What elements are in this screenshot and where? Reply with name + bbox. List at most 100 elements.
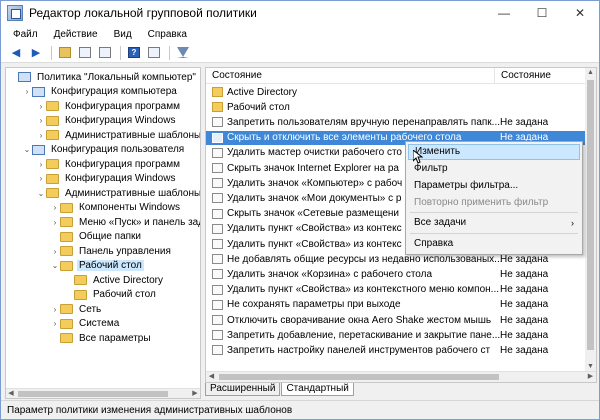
tree-item[interactable]: › Система [50, 317, 121, 331]
tab-standard[interactable]: Стандартный [281, 383, 354, 396]
folder-icon [60, 260, 73, 271]
menu-view[interactable]: Вид [106, 29, 140, 40]
tree-item[interactable]: › Конфигурация программ [36, 99, 182, 113]
help-icon[interactable]: ? [125, 45, 143, 61]
collapse-arrow-icon[interactable]: ⌄ [50, 261, 60, 270]
policy-row[interactable]: Не сохранять параметры при выходе Не зада… [206, 298, 586, 312]
tree-item-label: Рабочий стол [93, 289, 156, 300]
context-menu-item[interactable]: Фильтр [408, 161, 580, 177]
filter-icon[interactable] [174, 45, 192, 61]
tree-item[interactable]: › Панель управления [50, 244, 173, 258]
scroll-right-icon[interactable]: ▶ [585, 372, 596, 382]
show-hide-tree-icon[interactable] [76, 45, 94, 61]
folder-icon [74, 289, 87, 300]
tree-item-label: Политика "Локальный компьютер" [37, 71, 196, 83]
context-menu-item[interactable]: Параметры фильтра... [408, 178, 580, 194]
policy-name: Не добавлять общие ресурсы из недавно ис… [227, 253, 503, 265]
tree-item[interactable]: › Меню «Пуск» и панель задач [50, 215, 200, 229]
properties-icon[interactable] [145, 45, 163, 61]
tree-item[interactable]: › Административные шаблоны [36, 128, 200, 142]
menu-help[interactable]: Справка [140, 29, 195, 40]
export-list-icon[interactable] [96, 45, 114, 61]
computer-policy-icon [32, 144, 45, 155]
maximize-button[interactable]: ☐ [523, 1, 561, 25]
back-icon[interactable]: ◀ [7, 45, 25, 61]
expand-arrow-icon[interactable]: › [50, 218, 60, 227]
policy-row[interactable]: Удалить пункт «Свойства» из контекстного… [206, 283, 586, 297]
scroll-up-icon[interactable]: ▲ [585, 68, 596, 78]
tab-extended[interactable]: Расширенный [205, 383, 281, 396]
tree-item[interactable]: › Конфигурация Windows [36, 172, 177, 186]
tree-pane[interactable]: Политика "Локальный компьютер" › Конфигура… [5, 67, 201, 399]
expand-arrow-icon[interactable]: › [22, 87, 32, 96]
toolbar: ◀ ▶ ? [1, 43, 599, 63]
scroll-thumb[interactable] [587, 80, 594, 350]
policy-name: Запретить добавление, перетаскивание и з… [227, 329, 501, 341]
close-button[interactable]: ✕ [561, 1, 599, 25]
scroll-right-icon[interactable]: ▶ [190, 389, 200, 398]
expand-arrow-icon[interactable]: › [36, 116, 46, 125]
vertical-scrollbar[interactable]: ▲ ▼ [585, 68, 596, 372]
menu-bar: Файл Действие Вид Справка [1, 25, 599, 43]
tree-horizontal-scrollbar[interactable]: ◀ ▶ [6, 388, 200, 398]
expand-arrow-icon[interactable]: › [36, 160, 46, 169]
tree-item[interactable]: ⌄ Конфигурация пользователя [22, 143, 186, 157]
policy-row[interactable]: Запретить настройку панелей инструментов… [206, 343, 586, 357]
context-menu: Изменить Фильтр Параметры фильтра... Повтор… [405, 141, 583, 255]
collapse-arrow-icon[interactable]: ⌄ [22, 145, 32, 154]
context-menu-item[interactable]: Все задачи › [408, 215, 580, 231]
scroll-thumb[interactable] [18, 391, 168, 397]
column-header-state[interactable]: Состояние [206, 70, 262, 81]
scroll-thumb[interactable] [219, 374, 499, 380]
policy-setting-icon [212, 284, 223, 295]
context-menu-item-label: Справка [414, 238, 454, 249]
collapse-arrow-icon[interactable]: ⌄ [36, 189, 46, 198]
context-menu-item[interactable]: Изменить [408, 144, 580, 160]
expand-arrow-icon[interactable]: › [36, 131, 46, 140]
expand-arrow-icon[interactable]: › [50, 319, 60, 328]
policy-row[interactable]: Удалить значок «Корзина» с рабочего стол… [206, 267, 586, 281]
policy-row[interactable]: Запретить пользователям вручную перенапр… [206, 115, 586, 129]
expand-arrow-icon[interactable]: › [50, 203, 60, 212]
minimize-button[interactable]: — [485, 1, 523, 25]
tree-item[interactable]: ⌄ Рабочий стол [50, 259, 144, 273]
policy-setting-icon [212, 163, 223, 173]
tree-item[interactable]: › Конфигурация Windows [36, 114, 177, 128]
tree-item[interactable]: Политика "Локальный компьютер" [8, 70, 198, 84]
menu-file[interactable]: Файл [5, 29, 46, 40]
context-menu-item-label: Повторно применить фильтр [414, 197, 549, 208]
policy-setting-icon [212, 147, 223, 158]
tree-item[interactable]: › Конфигурация программ [36, 157, 182, 171]
tree-item[interactable]: Active Directory [64, 273, 165, 287]
tree-item[interactable]: › Компоненты Windows [50, 201, 182, 215]
context-menu-separator [410, 212, 578, 213]
expand-arrow-icon[interactable]: › [50, 305, 60, 314]
policy-setting-icon [212, 132, 223, 143]
expand-arrow-icon[interactable]: › [36, 102, 46, 111]
policy-setting-icon [212, 330, 223, 341]
scroll-left-icon[interactable]: ◀ [6, 389, 16, 398]
menu-action[interactable]: Действие [46, 29, 106, 40]
policy-row[interactable]: Active Directory [206, 85, 586, 99]
tree-item-label: Конфигурация программ [65, 100, 180, 112]
tree-item[interactable]: Все параметры [50, 331, 153, 345]
tree-item[interactable]: › Сеть [50, 302, 103, 316]
expand-arrow-icon[interactable]: › [36, 174, 46, 183]
window-title: Редактор локальной групповой политики [29, 6, 257, 20]
tree-item[interactable]: ⌄ Административные шаблоны [36, 186, 200, 200]
column-header-status[interactable]: Состояние [494, 68, 551, 84]
policy-row[interactable]: Отключить сворачивание окна Aero Shake ж… [206, 313, 586, 327]
scroll-left-icon[interactable]: ◀ [206, 372, 217, 382]
tree-item[interactable]: Рабочий стол [64, 288, 158, 302]
policy-status: Не задана [500, 284, 549, 296]
expand-arrow-icon[interactable]: › [50, 247, 60, 256]
up-folder-icon[interactable] [56, 45, 74, 61]
tree-item[interactable]: › Конфигурация компьютера [22, 85, 179, 99]
horizontal-scrollbar[interactable]: ◀ ▶ [206, 371, 596, 382]
policy-row[interactable]: Рабочий стол [206, 100, 586, 114]
policy-setting-icon [212, 223, 223, 234]
context-menu-item[interactable]: Справка [408, 236, 580, 252]
forward-icon[interactable]: ▶ [27, 45, 45, 61]
tree-item[interactable]: Общие папки [50, 230, 143, 244]
policy-row[interactable]: Запретить добавление, перетаскивание и з… [206, 328, 586, 342]
